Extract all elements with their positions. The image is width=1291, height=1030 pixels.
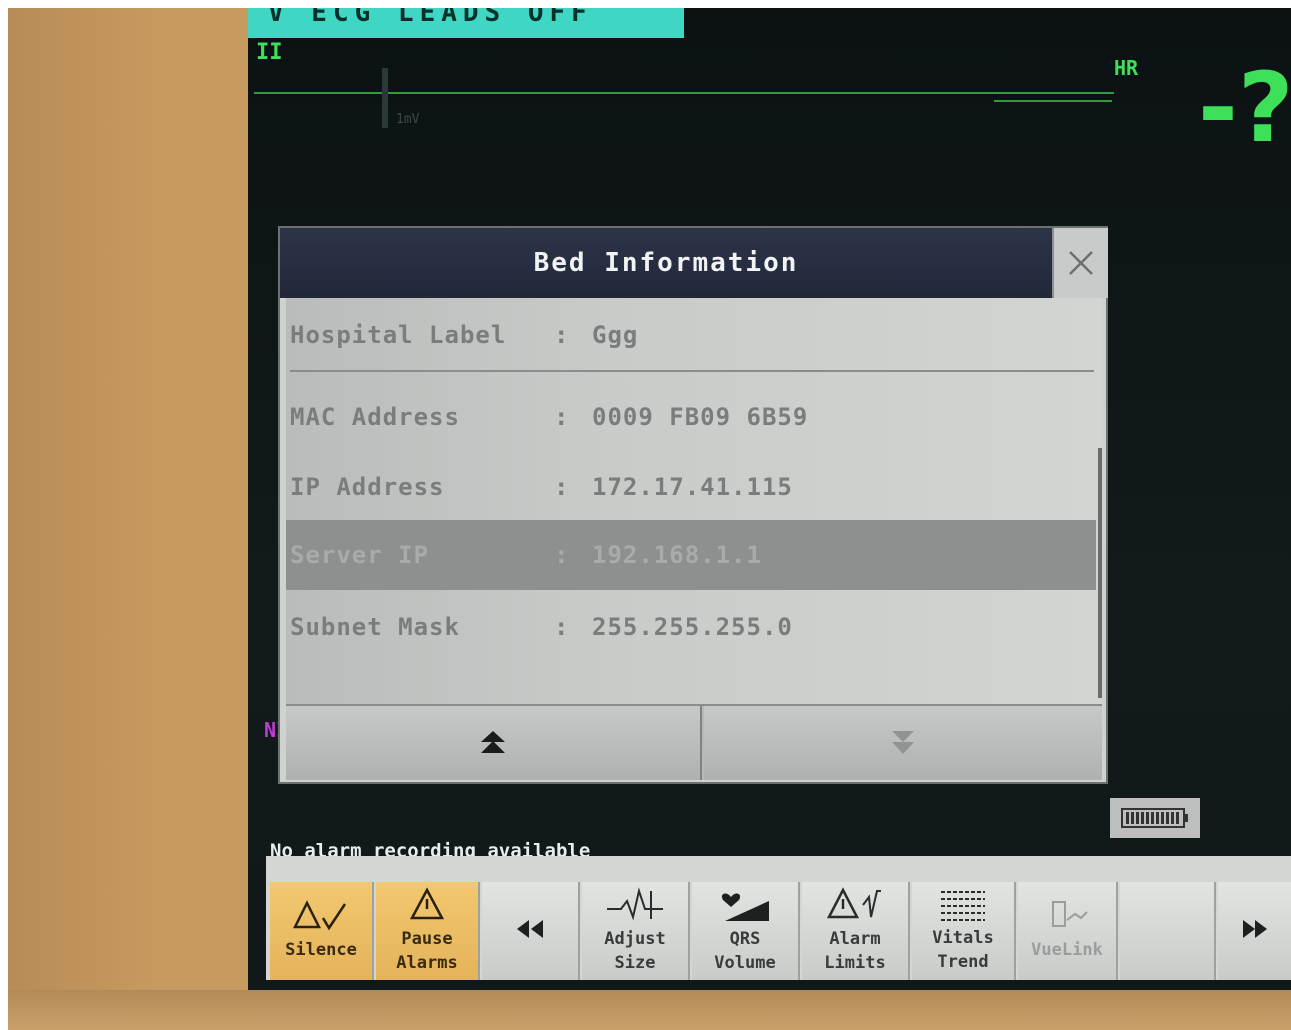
adjust-size-label-1: Adjust — [604, 929, 666, 949]
qrs-volume-icon — [721, 893, 769, 921]
info-separator: : — [554, 403, 570, 431]
alarm-limits-label-2: Limits — [824, 953, 886, 973]
alarm-limits-button[interactable]: Alarm Limits — [802, 882, 910, 980]
page-up-button[interactable] — [286, 706, 702, 780]
double-chevron-left-icon — [517, 920, 543, 938]
monitor-screen: V ECG LEADS OFF II 1mV HR -? NI Bed Info… — [248, 8, 1291, 990]
ecg-scale-label: 1mV — [396, 112, 420, 127]
info-separator: : — [554, 473, 570, 501]
adjust-size-label-2: Size — [614, 953, 656, 973]
info-label: Subnet Mask — [290, 613, 460, 641]
bed-information-dialog: Bed Information Hospital Label : Ggg MAC… — [278, 226, 1108, 784]
silence-button[interactable]: Silence — [270, 882, 374, 980]
info-label: Hospital Label — [290, 321, 507, 349]
row-divider — [290, 370, 1094, 372]
dialog-title: Bed Information — [280, 228, 1052, 298]
info-row-subnet-mask[interactable]: Subnet Mask : 255.255.255.0 — [286, 592, 1096, 662]
adjust-size-button[interactable]: Adjust Size — [582, 882, 690, 980]
monitor-bezel-bottom — [8, 990, 1291, 1030]
ecg-waveform-segment — [994, 100, 1112, 102]
dialog-footer — [286, 704, 1102, 780]
qrs-volume-button[interactable]: QRS Volume — [692, 882, 800, 980]
vitals-trend-label-2: Trend — [937, 952, 989, 972]
info-row-server-ip[interactable]: Server IP : 192.168.1.1 — [286, 520, 1096, 590]
info-label: IP Address — [290, 473, 445, 501]
double-chevron-right-icon — [1242, 920, 1267, 938]
vitals-trend-icon — [941, 891, 985, 921]
silence-icon — [293, 900, 347, 931]
info-value: 0009 FB09 6B59 — [592, 403, 809, 431]
next-keys-button[interactable] — [1218, 882, 1291, 980]
softkey-bar: Silence Pause Alarms Adjust Size QRS Vol… — [266, 856, 1291, 980]
hr-value: -? — [1198, 52, 1291, 164]
close-button[interactable] — [1052, 228, 1108, 298]
page-down-button[interactable] — [704, 706, 1102, 780]
info-label: MAC Address — [290, 403, 460, 431]
ecg-alarm-banner[interactable]: V ECG LEADS OFF — [248, 8, 684, 38]
adjust-size-icon — [607, 887, 663, 921]
alarm-limits-icon — [827, 887, 881, 919]
silence-label: Silence — [285, 940, 357, 960]
info-value: 192.168.1.1 — [592, 541, 762, 569]
info-row-mac-address[interactable]: MAC Address : 0009 FB09 6B59 — [286, 382, 1096, 452]
pause-alarms-icon — [409, 887, 445, 920]
info-value: 255.255.255.0 — [592, 613, 793, 641]
page-down-icon — [892, 731, 914, 754]
info-row-ip-address[interactable]: IP Address : 172.17.41.115 — [286, 452, 1096, 522]
info-value: 172.17.41.115 — [592, 473, 793, 501]
ecg-calibration-marker — [382, 68, 388, 128]
qrs-volume-label-2: Volume — [714, 953, 776, 973]
info-row-hospital-label[interactable]: Hospital Label : Ggg — [286, 300, 1096, 370]
pause-alarms-label-1: Pause — [401, 929, 453, 949]
previous-keys-button[interactable] — [482, 882, 580, 980]
info-separator: : — [554, 321, 570, 349]
dialog-body: Hospital Label : Ggg MAC Address : 0009 … — [286, 298, 1102, 704]
battery-icon — [1110, 798, 1200, 838]
vitals-trend-button[interactable]: Vitals Trend — [912, 882, 1016, 980]
vuelink-button[interactable]: VueLink — [1018, 882, 1118, 980]
vuelink-label: VueLink — [1031, 940, 1103, 960]
info-value: Ggg — [592, 321, 639, 349]
info-separator: : — [554, 613, 570, 641]
vitals-trend-label-1: Vitals — [932, 928, 994, 948]
pause-alarms-label-2: Alarms — [396, 953, 458, 973]
qrs-volume-label-1: QRS — [729, 929, 761, 949]
hr-label: HR — [1114, 56, 1139, 80]
page-up-icon — [481, 731, 505, 753]
alarm-limits-label-1: Alarm — [829, 929, 881, 949]
vuelink-icon — [1052, 901, 1088, 927]
pause-alarms-button[interactable]: Pause Alarms — [376, 882, 480, 980]
close-icon — [1069, 251, 1093, 275]
info-separator: : — [554, 541, 570, 569]
scrollbar[interactable] — [1098, 448, 1102, 698]
ecg-lead-label: II — [256, 40, 283, 65]
info-label: Server IP — [290, 541, 430, 569]
blank-key[interactable] — [1120, 882, 1216, 980]
